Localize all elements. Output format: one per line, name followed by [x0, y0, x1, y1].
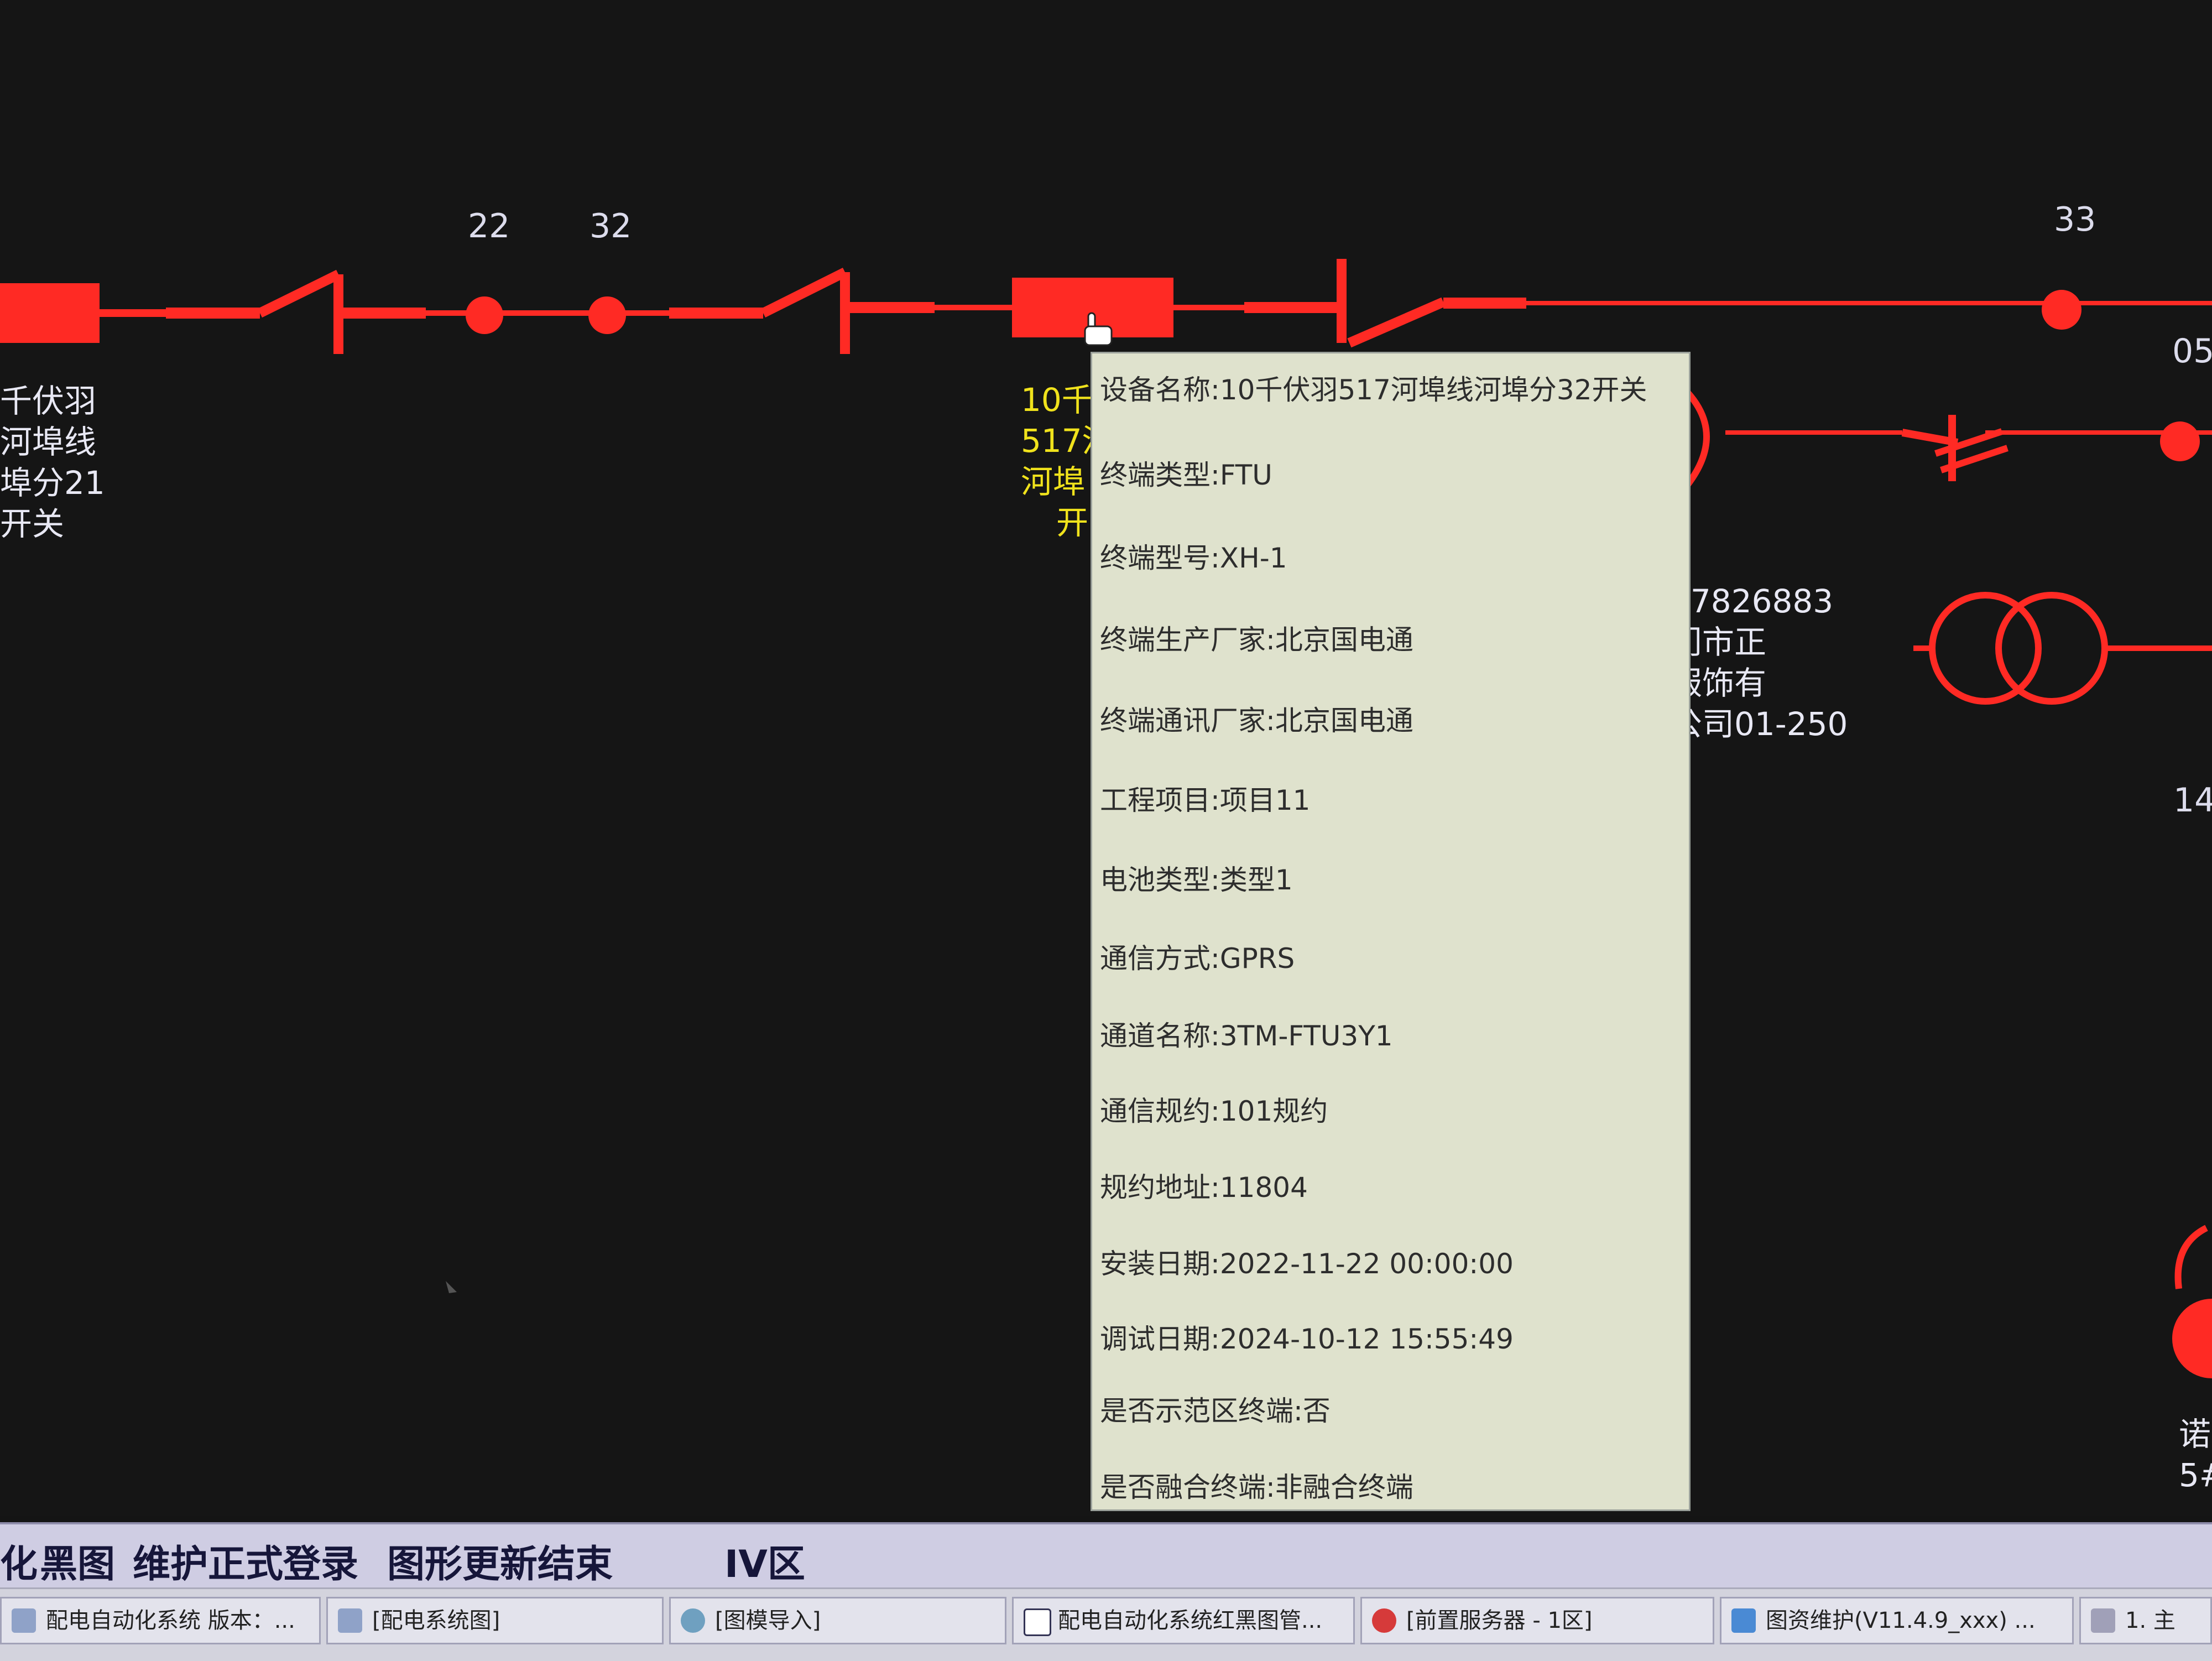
right-edge-device: [2174, 1225, 2208, 1289]
status-item: 黑图: [40, 1543, 116, 1586]
map-icon: [1731, 1608, 1756, 1633]
node-label: 32: [589, 207, 632, 246]
transformer-coil: [1929, 592, 2042, 705]
node-label: 22: [468, 207, 510, 246]
node-22: [466, 296, 503, 334]
taskbar-item-app[interactable]: 配电自动化系统 版本：...: [0, 1597, 321, 1644]
app-icon: [12, 1608, 36, 1633]
status-bar: 化 黑图 维护正式登录 图形更新结束 IV区: [0, 1522, 2212, 1590]
tooltip-row: 电池类型:类型1: [1100, 864, 1293, 896]
transformer-coil: [1995, 592, 2108, 705]
window-icon: [1024, 1608, 1051, 1636]
status-item: 图形更新结束: [387, 1543, 613, 1586]
taskbar-item-front-server[interactable]: [前置服务器 - 1区]: [1360, 1597, 1714, 1644]
status-item: 化: [0, 1543, 38, 1586]
tooltip-row: 终端生产厂家:北京国电通: [1100, 624, 1413, 656]
tooltip-row: 工程项目:项目11: [1100, 784, 1311, 816]
node-33: [2042, 290, 2081, 330]
device-info-tooltip: 设备名称:10千伏羽517河埠线河埠分32开关 终端类型:FTU 终端型号:XH-1…: [1091, 352, 1691, 1511]
tooltip-row: 是否示范区终端:否: [1100, 1395, 1331, 1427]
globe-icon: [681, 1608, 705, 1633]
diagram-icon: [338, 1608, 362, 1633]
app-icon: [2091, 1608, 2115, 1633]
taskbar-item-system-diagram[interactable]: [配电系统图]: [326, 1597, 664, 1644]
node-label: 33: [2054, 200, 2096, 239]
breaker-blade: [258, 269, 341, 318]
taskbar-item-map-maintenance[interactable]: 图资维护(V11.4.9_xxx) ...: [1720, 1597, 2074, 1644]
tooltip-row: 规约地址:11804: [1100, 1171, 1308, 1204]
status-item: 维护正式登录: [133, 1543, 359, 1586]
branch-arc: [1685, 390, 1710, 487]
left-device-label: 千伏羽 河埠线 埠分21 开关: [0, 382, 105, 543]
tooltip-row: 终端通讯厂家:北京国电通: [1100, 705, 1413, 737]
breaker-blade: [1347, 297, 1446, 348]
taskbar-item-main[interactable]: 1. 主: [2079, 1597, 2212, 1644]
customer-label: 17826883 门市正 服饰有 公司01-250: [1670, 582, 1848, 743]
taskbar-item-red-black-manager[interactable]: 配电自动化系统红黑图管...: [1012, 1597, 1355, 1644]
server-icon: [1372, 1608, 1396, 1633]
node-label: 05: [2172, 332, 2212, 371]
taskbar: 配电自动化系统 版本：... [配电系统图] [图模导入] 配电自动化系统红黑图…: [0, 1587, 2212, 1661]
tooltip-row: 调试日期:2024-10-12 15:55:49: [1100, 1323, 1514, 1355]
right-edge-device: [2172, 1299, 2212, 1378]
tooltip-row: 安装日期:2022-11-22 00:00:00: [1100, 1248, 1514, 1280]
switch-device-left: [0, 283, 100, 343]
tooltip-row: 终端类型:FTU: [1100, 459, 1272, 491]
breaker-blade: [760, 267, 848, 318]
node-32: [588, 296, 626, 334]
taskbar-item-model-import[interactable]: [图模导入]: [669, 1597, 1006, 1644]
tooltip-row: 通信规约:101规约: [1100, 1095, 1328, 1127]
node-branch: [2160, 421, 2200, 461]
tooltip-row: 是否融合终端:非融合终端: [1100, 1471, 1413, 1503]
node-label: 14: [2173, 781, 2212, 820]
tooltip-row: 通信方式:GPRS: [1100, 943, 1295, 975]
security-zone-label: IV区: [724, 1543, 805, 1586]
mouse-arrow-icon: [446, 1281, 457, 1293]
right-edge-label: 诺 5#1: [2179, 1415, 2212, 1494]
tooltip-row: 终端型号:XH-1: [1100, 542, 1287, 574]
tooltip-row: 设备名称:10千伏羽517河埠线河埠分32开关: [1100, 374, 1647, 406]
tooltip-row: 通道名称:3TM-FTU3Y1: [1100, 1020, 1393, 1052]
